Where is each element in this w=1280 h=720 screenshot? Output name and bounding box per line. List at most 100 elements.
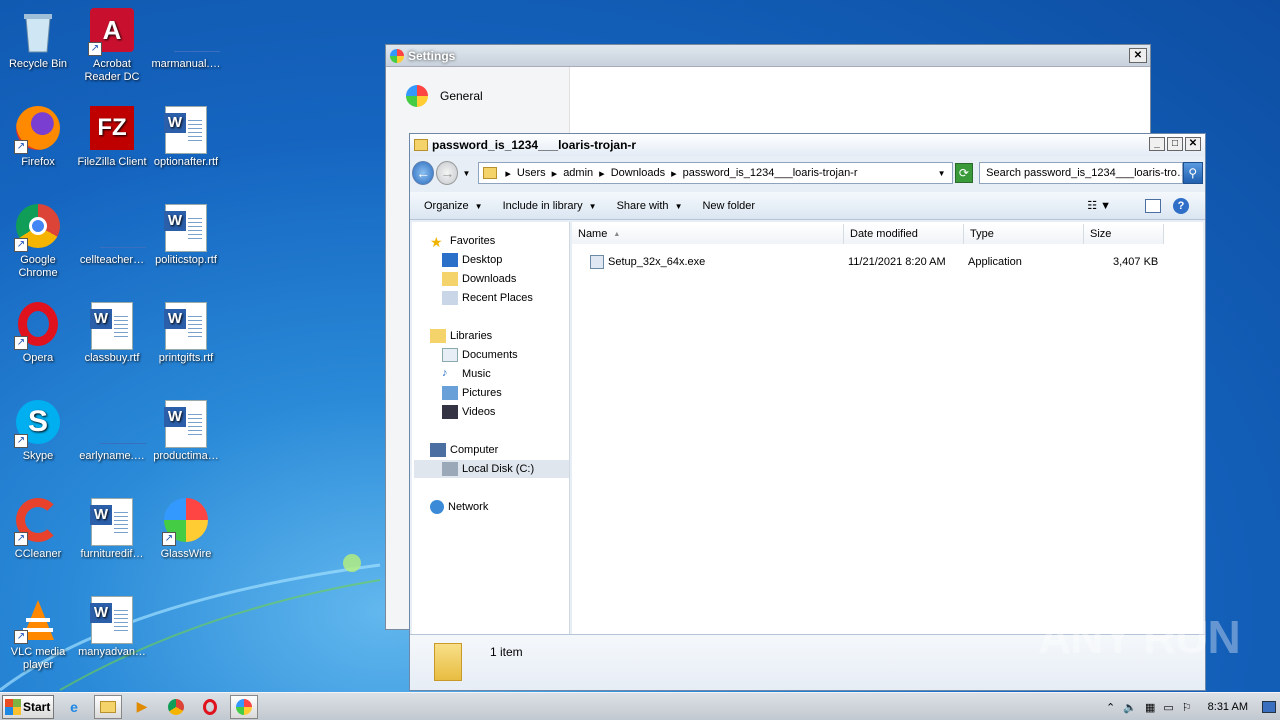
explorer-titlebar[interactable]: password_is_1234___loaris-trojan-r _ □ ✕ (410, 134, 1205, 156)
desktop-icon-earlyname[interactable]: earlyname.… (74, 400, 150, 463)
nav-documents[interactable]: Documents (442, 346, 518, 364)
desktop-icon-glasswire[interactable]: ↗ GlassWire (148, 498, 224, 561)
nav-desktop[interactable]: Desktop (442, 251, 502, 269)
breadcrumb-folder[interactable]: password_is_1234___loaris-trojan-r (683, 167, 858, 179)
share-with-menu[interactable]: Share with ▼ (617, 200, 683, 212)
settings-close-button[interactable]: ✕ (1129, 48, 1147, 63)
taskbar-explorer[interactable] (94, 694, 122, 719)
vlc-icon: ↗ (14, 596, 62, 644)
desktop-icon-filezilla[interactable]: FZ FileZilla Client (74, 106, 150, 169)
desktop-icon-firefox[interactable]: ↗ Firefox (0, 106, 76, 169)
search-input[interactable]: Search password_is_1234___loaris-tro… (979, 162, 1183, 184)
maximize-button[interactable]: □ (1167, 137, 1183, 151)
action-center-icon[interactable]: ⚐ (1182, 701, 1192, 714)
nav-downloads[interactable]: Downloads (442, 270, 516, 288)
explorer-title: password_is_1234___loaris-trojan-r (432, 138, 637, 152)
folder-icon (483, 167, 498, 179)
taskbar-ie[interactable]: e (60, 695, 88, 719)
settings-nav-general[interactable]: General (406, 85, 483, 107)
nav-network[interactable]: Network (430, 498, 488, 516)
desktop-icon-printgifts[interactable]: printgifts.rtf (148, 302, 224, 365)
desktop-icon-vlc[interactable]: ↗ VLC media player (0, 596, 76, 672)
desktop-icon-skype[interactable]: S ↗ Skype (0, 400, 76, 463)
nav-computer[interactable]: Computer (430, 441, 498, 459)
search-icon[interactable]: ⚲ (1182, 162, 1203, 184)
column-header-date[interactable]: Date modified (844, 224, 964, 244)
glasswire-icon (236, 698, 252, 715)
glasswire-icon (390, 48, 404, 63)
desktop-icon-manyadvan[interactable]: manyadvan… (74, 596, 150, 659)
nav-music[interactable]: ♪ Music (442, 365, 491, 383)
table-row[interactable]: Setup_32x_64x.exe 11/21/2021 8:20 AM App… (572, 254, 1203, 272)
opera-icon (203, 698, 217, 715)
column-header-type[interactable]: Type (964, 224, 1084, 244)
word-doc-icon (88, 596, 136, 644)
minimize-button[interactable]: _ (1149, 137, 1165, 151)
settings-titlebar[interactable]: Settings ✕ (386, 45, 1150, 67)
desktop-icon-acrobat[interactable]: A ↗ Acrobat Reader DC (74, 8, 150, 84)
general-icon (406, 85, 428, 107)
nav-local-disk[interactable]: Local Disk (C:) (414, 460, 569, 478)
desktop-icon-recycle-bin[interactable]: Recycle Bin (0, 8, 76, 71)
word-doc-icon (88, 302, 136, 350)
breadcrumb-users[interactable]: Users (517, 167, 546, 179)
breadcrumb-downloads[interactable]: Downloads (611, 167, 665, 179)
power-icon[interactable]: ▭ (1163, 701, 1173, 714)
organize-menu[interactable]: Organize ▼ (424, 200, 483, 212)
downloads-icon (442, 272, 458, 286)
breadcrumb[interactable]: ▸ Users ▸ admin ▸ Downloads ▸ password_i… (478, 162, 953, 184)
preview-pane-icon[interactable] (1145, 198, 1161, 213)
desktop-icon-cellteacher[interactable]: cellteacher… (74, 204, 150, 267)
column-header-size[interactable]: Size (1084, 224, 1164, 244)
desktop-icon-opera[interactable]: ↗ Opera (0, 302, 76, 365)
back-button[interactable]: ← (412, 161, 435, 185)
settings-title: Settings (408, 48, 456, 63)
word-doc-icon (88, 498, 136, 546)
folder-icon (434, 643, 462, 681)
nav-pictures[interactable]: Pictures (442, 384, 502, 402)
show-desktop-button[interactable] (1262, 701, 1276, 713)
explorer-window[interactable]: password_is_1234___loaris-trojan-r _ □ ✕… (409, 133, 1206, 691)
address-dropdown[interactable]: ▼ (938, 169, 946, 178)
windows-logo-icon (5, 698, 21, 715)
desktop-icon-productima[interactable]: productima… (148, 400, 224, 463)
desktop-icon-classbuy[interactable]: classbuy.rtf (74, 302, 150, 365)
desktop-icon-chrome[interactable]: ↗ Google Chrome (0, 204, 76, 280)
column-header-name[interactable]: Name ▲ (572, 224, 844, 244)
close-button[interactable]: ✕ (1185, 137, 1201, 151)
taskbar-glasswire[interactable] (230, 694, 258, 719)
help-icon[interactable]: ? (1173, 197, 1189, 214)
clock[interactable]: 8:31 AM (1208, 701, 1248, 713)
file-list[interactable]: Name ▲ Date modified Type Size Setup_32x_… (572, 222, 1203, 635)
glasswire-icon: ↗ (162, 498, 210, 546)
nav-videos[interactable]: Videos (442, 403, 495, 421)
taskbar-chrome[interactable] (162, 695, 190, 719)
anyrun-watermark: ANY RUN (1038, 611, 1241, 663)
firefox-icon: ↗ (14, 106, 62, 154)
desktop-icon (442, 253, 458, 267)
new-folder-button[interactable]: New folder (702, 200, 755, 212)
include-in-library-menu[interactable]: Include in library ▼ (503, 200, 597, 212)
forward-button[interactable]: → (436, 161, 459, 185)
doc-thumbnail (88, 400, 146, 448)
desktop-icon-marmanual[interactable]: marmanual.… (148, 8, 224, 71)
view-options-icon[interactable]: ☷ ▼ (1087, 199, 1111, 212)
nav-favorites[interactable]: ★ Favorites (430, 232, 495, 250)
recent-pages-dropdown[interactable]: ▼ (462, 169, 470, 178)
desktop-icon-ccleaner[interactable]: ↗ CCleaner (0, 498, 76, 561)
network-tray-icon[interactable]: ▦ (1145, 701, 1155, 714)
taskbar-media-player[interactable]: ▶ (128, 695, 156, 719)
desktop-icon-furnituredif[interactable]: furnituredif… (74, 498, 150, 561)
nav-libraries[interactable]: Libraries (430, 327, 492, 345)
skype-icon: S ↗ (14, 400, 62, 448)
nav-recent-places[interactable]: Recent Places (442, 289, 533, 307)
desktop-icon-politicstop[interactable]: politicstop.rtf (148, 204, 224, 267)
refresh-button[interactable]: ⟳ (954, 163, 974, 183)
star-icon: ★ (430, 234, 443, 250)
volume-icon[interactable]: 🔈 (1123, 701, 1137, 714)
taskbar-opera[interactable] (196, 695, 224, 719)
show-hidden-icons[interactable]: ⌃ (1106, 701, 1115, 714)
breadcrumb-admin[interactable]: admin (563, 167, 593, 179)
start-button[interactable]: Start (2, 694, 54, 719)
desktop-icon-optionafter[interactable]: optionafter.rtf (148, 106, 224, 169)
